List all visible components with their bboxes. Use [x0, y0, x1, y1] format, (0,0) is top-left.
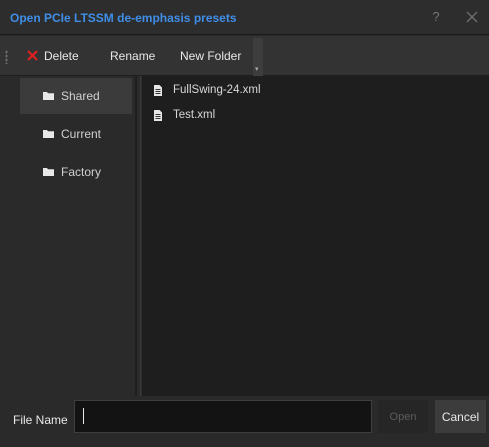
file-icon: [154, 110, 162, 121]
sidebar-item-label: Current: [61, 127, 102, 141]
sidebar-item-label: Factory: [61, 165, 102, 179]
help-button[interactable]: ?: [428, 7, 444, 27]
text-caret: [83, 408, 84, 424]
file-name: FullSwing-24.xml: [173, 84, 261, 96]
file-name-input[interactable]: [74, 400, 372, 433]
sidebar-item-shared[interactable]: Shared: [20, 78, 132, 114]
delete-button[interactable]: Delete: [27, 45, 79, 67]
pane-divider-edge: [140, 76, 141, 396]
file-name: Test.xml: [173, 109, 216, 121]
cancel-button[interactable]: Cancel: [435, 400, 486, 433]
new-folder-button[interactable]: New Folder: [180, 45, 241, 67]
pane-divider[interactable]: [135, 76, 137, 396]
sidebar-item-factory[interactable]: Factory: [20, 154, 132, 190]
chevron-down-icon: ▾: [255, 66, 259, 73]
sidebar-item-current[interactable]: Current: [20, 116, 132, 152]
title-bar: Open PCIe LTSSM de-emphasis presets ?: [0, 0, 489, 35]
rename-button[interactable]: Rename: [110, 45, 155, 67]
close-button[interactable]: [462, 7, 482, 27]
open-button[interactable]: Open: [378, 400, 428, 433]
footer-bar: File Name Open Cancel: [0, 396, 489, 447]
delete-label: Delete: [44, 49, 79, 63]
file-list: FullSwing-24.xml Test.xml: [142, 76, 489, 396]
window-title: Open PCIe LTSSM de-emphasis presets: [10, 11, 237, 25]
folder-icon: [43, 168, 54, 176]
close-icon: [466, 11, 478, 23]
sidebar-item-label: Shared: [61, 89, 100, 103]
toolbar-grip-handle[interactable]: [5, 50, 8, 64]
file-icon: [154, 85, 162, 96]
folder-icon: [43, 92, 54, 100]
toolbar-overflow-button[interactable]: ▾: [253, 38, 263, 76]
delete-icon: [27, 50, 38, 61]
folder-icon: [43, 130, 54, 138]
file-name-label: File Name: [13, 413, 68, 427]
toolbar: Delete Rename New Folder: [0, 36, 489, 76]
